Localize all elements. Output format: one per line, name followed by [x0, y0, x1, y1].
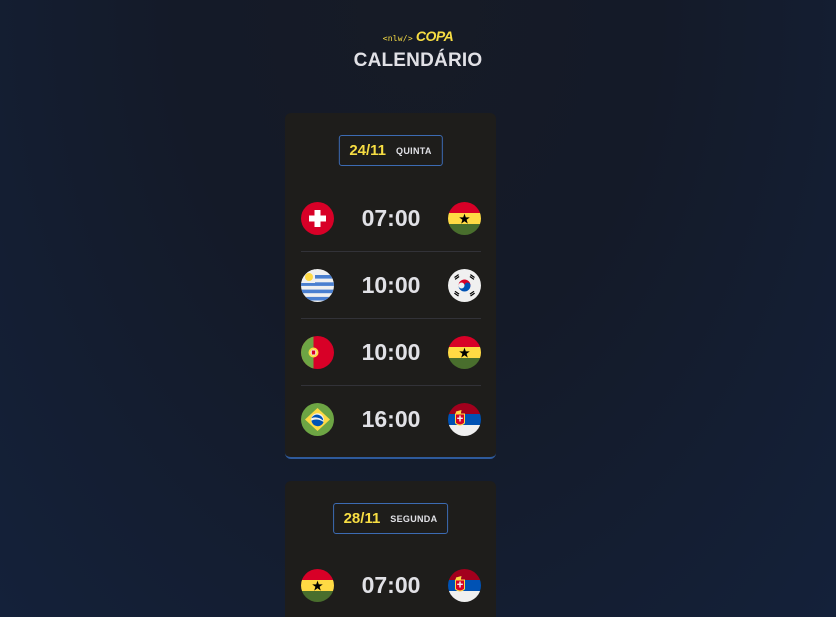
serbia-flag-icon: [448, 569, 481, 602]
portugal-flag-icon: [301, 336, 334, 369]
brazil-flag-icon: [301, 403, 334, 436]
uruguay-flag-icon: [301, 269, 334, 302]
match-date: 28/11: [343, 510, 381, 527]
match-day-card: 28/11 SEGUNDA 07:00: [285, 481, 496, 617]
match-row: 07:00: [301, 185, 481, 252]
page-header: <nlw/> COPA CALENDÁRIO: [0, 28, 836, 72]
match-row: 07:00: [301, 552, 481, 617]
date-badge: 24/11 QUINTA: [338, 135, 443, 166]
match-time: 07:00: [361, 204, 421, 231]
match-row: 16:00: [301, 386, 481, 453]
match-time: 16:00: [361, 406, 421, 432]
nlw-copa-logo: <nlw/> COPA: [382, 28, 454, 44]
ghana-flag-icon: [448, 336, 481, 369]
serbia-flag-icon: [448, 403, 481, 436]
match-row: 10:00: [301, 319, 481, 386]
page-title: CALENDÁRIO: [353, 50, 483, 71]
match-time: 10:00: [361, 338, 421, 365]
match-weekday: QUINTA: [396, 145, 432, 156]
south-korea-flag-icon: [448, 269, 481, 302]
match-day-card: 24/11 QUINTA 07:00 10:00 10:00 16:00: [285, 113, 496, 459]
match-date: 24/11: [349, 142, 387, 159]
logo-tag: <nlw/>: [382, 34, 413, 43]
ghana-flag-icon: [448, 202, 481, 235]
date-badge: 28/11 SEGUNDA: [332, 503, 449, 534]
match-time: 07:00: [361, 572, 421, 598]
match-row: 10:00: [301, 252, 481, 319]
switzerland-flag-icon: [301, 202, 334, 235]
logo-text: COPA: [415, 28, 454, 44]
match-weekday: SEGUNDA: [390, 513, 438, 524]
match-time: 10:00: [361, 271, 421, 298]
ghana-flag-icon: [301, 569, 334, 602]
